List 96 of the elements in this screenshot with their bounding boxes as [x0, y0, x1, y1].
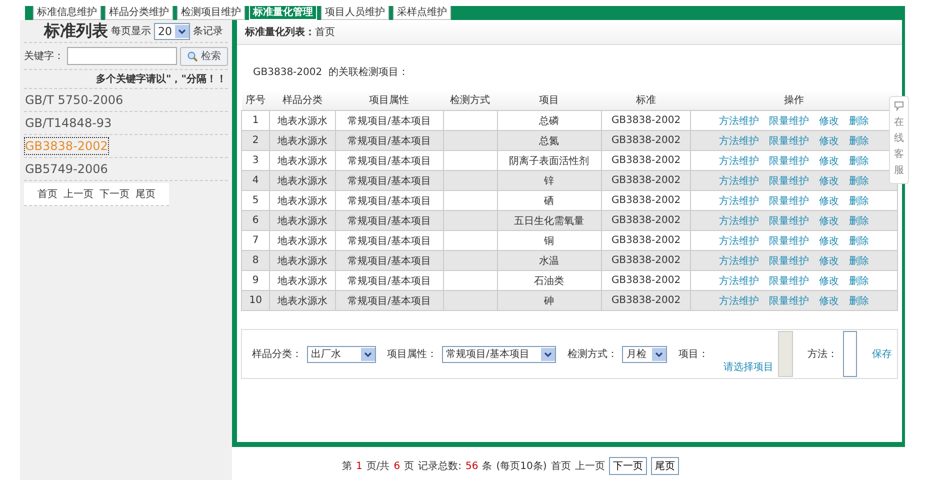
pagination-text: 页: [404, 460, 414, 473]
form-label: 项目：: [678, 348, 708, 361]
form-dropdown[interactable]: 出厂水: [307, 346, 376, 362]
action-link[interactable]: 修改: [819, 176, 840, 186]
action-link[interactable]: 修改: [819, 216, 840, 226]
form-label: 样品分类：: [252, 348, 302, 361]
nav-tab[interactable]: 项目人员维护: [321, 6, 389, 20]
nav-tab[interactable]: 检测项目维护: [177, 6, 245, 20]
nav-tab[interactable]: 样品分类维护: [105, 6, 173, 20]
keyword-label: 关键字：: [24, 50, 64, 63]
action-link[interactable]: 删除: [849, 156, 870, 166]
search-button[interactable]: 检索: [180, 46, 228, 66]
action-link[interactable]: 删除: [849, 136, 870, 146]
action-link[interactable]: 限量维护: [769, 136, 810, 146]
form-label: 方法：: [808, 348, 838, 361]
breadcrumb-label: 标准量化列表：: [245, 26, 315, 39]
keyword-hint: 多个关键字请以"，"分隔！！: [96, 72, 226, 86]
action-link[interactable]: 删除: [849, 296, 870, 306]
per-page-dropdown[interactable]: 20: [154, 22, 190, 40]
standard-list-item[interactable]: GB/T14848-93: [24, 114, 113, 132]
action-link[interactable]: 修改: [819, 256, 840, 266]
action-link[interactable]: 方法维护: [719, 116, 760, 126]
action-link[interactable]: 修改: [819, 276, 840, 286]
method-field[interactable]: [842, 331, 857, 377]
breadcrumb-link[interactable]: 首页: [315, 25, 335, 39]
action-link[interactable]: 限量维护: [769, 176, 810, 186]
action-link[interactable]: 方法维护: [719, 176, 760, 186]
action-link[interactable]: 删除: [849, 196, 870, 206]
pagination-text: 记录总数:: [418, 460, 462, 473]
table-cell: GB3838-2002: [601, 290, 691, 310]
keyword-field[interactable]: [67, 47, 177, 65]
form-label: 项目属性：: [387, 348, 437, 361]
action-link[interactable]: 修改: [819, 116, 840, 126]
action-link[interactable]: 修改: [819, 136, 840, 146]
action-link[interactable]: 限量维护: [769, 296, 810, 306]
pagination-link[interactable]: 上一页: [574, 459, 605, 473]
action-link[interactable]: 限量维护: [769, 276, 810, 286]
action-link[interactable]: 方法维护: [719, 236, 760, 246]
pager-link[interactable]: 上一页: [64, 187, 94, 201]
action-link[interactable]: 方法维护: [719, 136, 760, 146]
pagination-link[interactable]: 首页: [550, 459, 571, 473]
nav-tab[interactable]: 采样点维护: [393, 6, 451, 20]
action-link[interactable]: 方法维护: [719, 276, 760, 286]
standard-list-item[interactable]: GB/T 5750-2006: [24, 91, 124, 109]
action-link[interactable]: 方法维护: [719, 156, 760, 166]
per-page-label: 每页显示: [111, 25, 151, 38]
action-link[interactable]: 方法维护: [719, 216, 760, 226]
pagination-number: 56: [466, 460, 478, 472]
action-link[interactable]: 方法维护: [719, 256, 760, 266]
save-link[interactable]: 保存: [872, 347, 892, 361]
pager-link[interactable]: 尾页: [136, 187, 156, 201]
speech-bubble-icon: [894, 101, 904, 111]
action-link[interactable]: 修改: [819, 236, 840, 246]
action-link[interactable]: 限量维护: [769, 236, 810, 246]
action-link[interactable]: 删除: [849, 116, 870, 126]
standard-list-item[interactable]: GB3838-2002: [24, 137, 109, 155]
pager-link[interactable]: 首页: [38, 187, 58, 201]
sidebar-title: 标准列表: [44, 20, 108, 42]
pagination-number: 6: [394, 460, 400, 472]
form-dropdown[interactable]: 常规项目/基本项目: [442, 346, 556, 362]
pagination-text: 页/共: [366, 460, 390, 473]
action-link[interactable]: 修改: [819, 296, 840, 306]
table-caption: GB3838-2002 的关联检测项目：: [253, 66, 410, 79]
action-link[interactable]: 限量维护: [769, 196, 810, 206]
table-cell: 常规项目/基本项目: [335, 290, 444, 310]
table-cell: 砷: [497, 290, 602, 310]
pagination-number: 1: [356, 460, 362, 472]
pagination-text: 第: [342, 460, 352, 473]
table-cell: 10: [242, 290, 270, 310]
nav-tab[interactable]: 标准量化管理: [249, 6, 317, 20]
action-link[interactable]: 删除: [849, 176, 870, 186]
table-cell: 地表水源水: [270, 290, 336, 310]
pagination-button[interactable]: 下一页: [608, 457, 647, 475]
action-link[interactable]: 限量维护: [769, 116, 810, 126]
standard-list-item[interactable]: GB5749-2006: [24, 160, 109, 178]
search-icon: [187, 50, 198, 62]
action-link[interactable]: 限量维护: [769, 216, 810, 226]
action-link[interactable]: 限量维护: [769, 156, 810, 166]
action-link[interactable]: 删除: [849, 216, 870, 226]
action-link[interactable]: 删除: [849, 276, 870, 286]
nav-tab[interactable]: 标准信息维护: [33, 6, 101, 20]
per-page-unit: 条记录: [193, 25, 223, 38]
pagination-text: (每页10条): [496, 460, 547, 473]
action-link[interactable]: 方法维护: [719, 296, 760, 306]
form-label: 检测方式：: [567, 348, 618, 361]
pagination-button[interactable]: 尾页: [650, 457, 679, 475]
pagination-text: 条: [482, 460, 492, 473]
action-link[interactable]: 限量维护: [769, 256, 810, 266]
action-link[interactable]: 修改: [819, 156, 840, 166]
action-link[interactable]: 删除: [849, 256, 870, 266]
pager-link[interactable]: 下一页: [100, 187, 130, 201]
action-link[interactable]: 删除: [849, 236, 870, 246]
chat-widget[interactable]: 在线客服: [889, 96, 909, 184]
action-link[interactable]: 方法维护: [719, 196, 760, 206]
form-dropdown[interactable]: 月检: [622, 346, 668, 362]
action-link[interactable]: 修改: [819, 196, 840, 206]
